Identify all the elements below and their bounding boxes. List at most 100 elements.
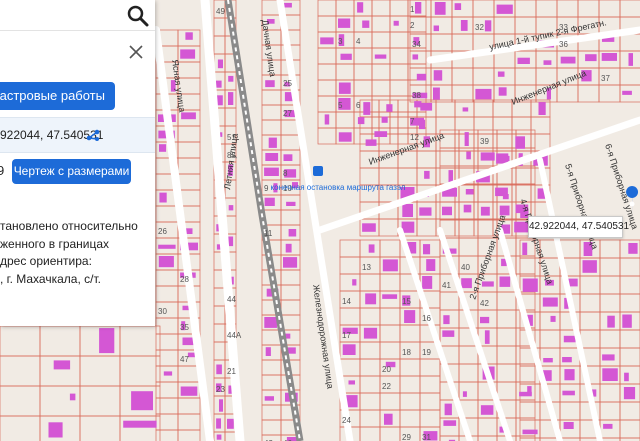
building <box>585 54 597 62</box>
building <box>368 244 375 253</box>
building <box>517 57 530 64</box>
parcel-number: 25 <box>283 79 292 88</box>
building <box>422 276 433 289</box>
building <box>582 260 597 273</box>
building <box>159 144 167 152</box>
building <box>480 152 495 161</box>
building <box>185 32 193 40</box>
building <box>542 297 558 307</box>
building <box>562 357 572 363</box>
coordinates-row: 922044, 47.540531 <box>0 117 155 153</box>
drawing-with-dimensions-button[interactable]: Чертеж с размерами <box>12 159 131 184</box>
building <box>538 102 546 115</box>
cadastral-works-button[interactable]: дастровые работы <box>0 82 115 110</box>
parcel-number: 8 <box>283 169 288 178</box>
building <box>562 390 575 396</box>
building <box>484 330 490 344</box>
building <box>228 92 234 105</box>
building <box>404 310 416 323</box>
building <box>454 3 462 11</box>
building <box>475 88 492 100</box>
building <box>365 293 377 305</box>
building <box>363 102 371 115</box>
building <box>382 294 398 299</box>
building <box>283 257 298 268</box>
parcel-number: 4 <box>356 37 361 46</box>
building <box>48 422 63 438</box>
building <box>338 82 351 94</box>
building <box>265 347 271 356</box>
parcel-number: 5 <box>338 101 343 110</box>
building <box>393 20 399 26</box>
parcel-number: 35 <box>180 323 189 332</box>
parcel-number: 19 <box>422 348 431 357</box>
building <box>527 386 532 395</box>
building <box>340 53 352 60</box>
building <box>180 49 196 59</box>
parcel-number: 32 <box>475 23 484 32</box>
coordinates-popup: 42.922044, 47.540531 <box>528 216 629 238</box>
building <box>424 170 430 179</box>
location-share-icon[interactable] <box>85 127 101 143</box>
parcel-number: 6 <box>356 101 361 110</box>
building <box>216 364 222 375</box>
building <box>499 276 511 287</box>
building <box>426 259 436 271</box>
building <box>563 422 574 429</box>
building <box>465 189 474 195</box>
building <box>283 154 293 161</box>
building <box>515 136 525 149</box>
parcel-number: 2 <box>410 21 415 30</box>
parcel-number: 85 <box>227 151 236 160</box>
info-panel: дастровые работы 922044, 47.540531 9 Чер… <box>0 0 155 326</box>
building <box>286 201 296 206</box>
parcel-number: 28 <box>180 275 189 284</box>
building <box>460 20 468 31</box>
parcel-number: 24 <box>342 416 351 425</box>
building <box>228 75 234 82</box>
building <box>288 229 297 237</box>
building <box>564 369 575 381</box>
building <box>622 314 632 328</box>
building <box>228 205 234 211</box>
building <box>365 139 377 146</box>
parcel-number: 44A <box>227 331 242 340</box>
building <box>602 368 618 381</box>
building <box>420 102 433 111</box>
building <box>550 315 556 322</box>
building <box>442 330 455 337</box>
search-bar[interactable] <box>0 0 155 31</box>
building <box>496 153 509 164</box>
building <box>363 327 378 339</box>
building <box>628 53 633 66</box>
parcel-number: 16 <box>422 314 431 323</box>
building <box>412 54 419 60</box>
building <box>159 192 167 203</box>
parcel-number: 44 <box>227 295 236 304</box>
building <box>480 206 490 216</box>
parcel-number: 13 <box>362 263 371 272</box>
building <box>158 244 176 249</box>
building <box>268 137 277 148</box>
building <box>563 335 576 343</box>
building <box>357 2 364 13</box>
parcel-number: 7 <box>410 117 415 126</box>
building <box>180 386 198 396</box>
building <box>320 37 334 45</box>
building <box>448 170 453 183</box>
building <box>499 205 510 216</box>
building <box>264 317 277 328</box>
search-icon[interactable] <box>126 4 150 28</box>
parcel-number: 9 <box>264 184 269 193</box>
building <box>543 60 552 65</box>
parcel-number: 39 <box>480 137 489 146</box>
building <box>158 256 174 268</box>
close-icon[interactable] <box>126 42 146 62</box>
building <box>216 418 221 429</box>
parcel-number: 23 <box>216 385 225 394</box>
bus-stop-icon <box>313 166 323 176</box>
building <box>443 420 457 426</box>
parcel-number: 36 <box>559 40 568 49</box>
building <box>131 391 153 411</box>
building <box>480 316 490 324</box>
